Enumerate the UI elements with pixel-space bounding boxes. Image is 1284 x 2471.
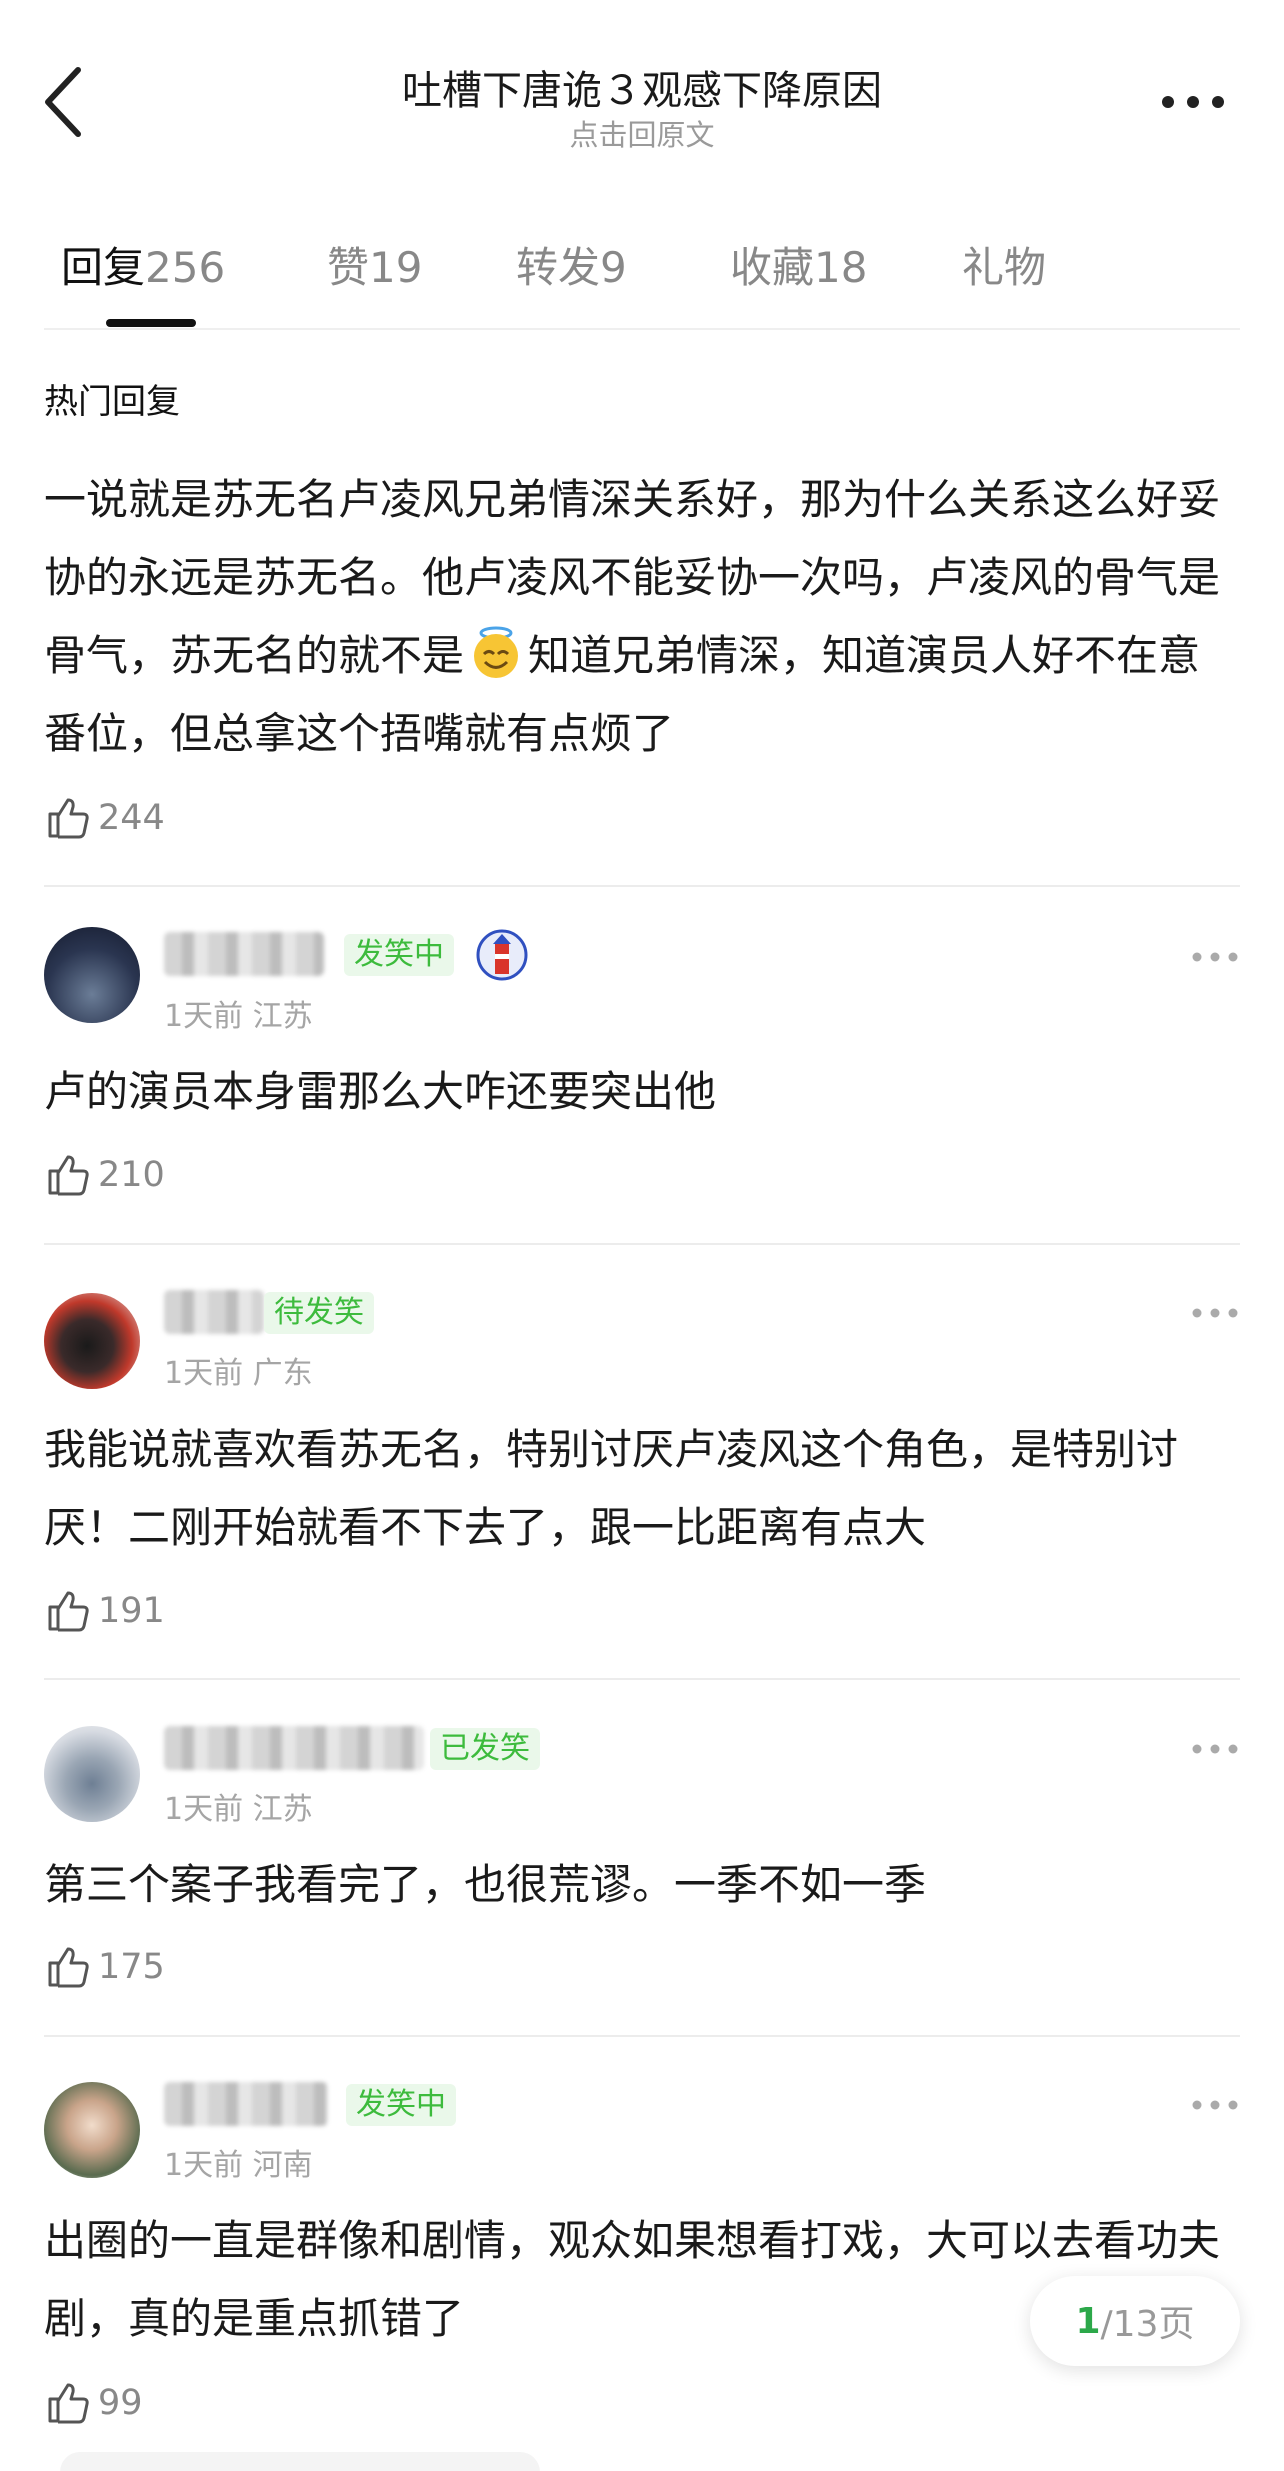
like-button[interactable]: 99	[44, 2378, 143, 2428]
comment-text: 卢的演员本身雷那么大咋还要突出他	[44, 1067, 717, 1116]
divider	[44, 1243, 1240, 1245]
reply-input-bar[interactable]	[60, 2452, 540, 2471]
active-tab-indicator	[106, 319, 196, 327]
username-blurred[interactable]	[164, 1726, 424, 1770]
comment-text: 第三个案子我看完了，也很荒谬。一季不如一季	[44, 1860, 927, 1909]
comment-meta: 1天前 江苏	[164, 1792, 313, 1827]
thumbs-up-icon	[48, 1591, 89, 1632]
like-count: 210	[98, 1155, 165, 1195]
tab-favorites[interactable]: 收藏18	[730, 234, 867, 295]
status-badge: 发笑中	[346, 2084, 456, 2126]
like-button[interactable]: 191	[44, 1586, 165, 1636]
divider	[44, 1678, 1240, 1680]
divider	[44, 885, 1240, 887]
like-button[interactable]: 244	[44, 793, 165, 843]
status-badge: 待发笑	[264, 1292, 374, 1334]
comment-meta: 1天前 广东	[164, 1356, 313, 1391]
more-icon[interactable]	[1190, 2093, 1240, 2117]
more-icon[interactable]	[1190, 1301, 1240, 1325]
more-options-icon[interactable]	[1158, 84, 1228, 120]
avatar[interactable]	[44, 927, 140, 1023]
comment-text: 我能说就喜欢看苏无名，特别讨厌卢凌风这个角色，是特别讨厌！二刚开始就看不下去了，…	[44, 1425, 1179, 1552]
like-button[interactable]: 175	[44, 1942, 165, 1992]
back-to-original-link[interactable]: 点击回原文	[0, 112, 1284, 154]
like-button[interactable]: 210	[44, 1150, 165, 1200]
thumbs-up-icon	[48, 798, 89, 839]
more-icon[interactable]	[1190, 1737, 1240, 1761]
tab-likes[interactable]: 赞19	[327, 234, 422, 295]
like-count: 191	[98, 1591, 165, 1631]
username-blurred[interactable]	[164, 1290, 264, 1334]
section-title-hot-replies: 热门回复	[44, 382, 180, 422]
comment-meta: 1天前 江苏	[164, 999, 313, 1034]
like-count: 175	[98, 1947, 165, 1987]
status-badge: 发笑中	[344, 934, 454, 976]
tab-reposts[interactable]: 转发9	[516, 234, 627, 295]
current-page: 1	[1075, 2300, 1101, 2342]
username-blurred[interactable]	[164, 2082, 328, 2126]
page-title: 吐槽下唐诡３观感下降原因	[402, 68, 882, 114]
page-indicator[interactable]: 1/13页	[1030, 2276, 1240, 2366]
tab-bar: 回复256 赞19 转发9 收藏18 礼物	[44, 222, 1240, 330]
top-bar: 吐槽下唐诡３观感下降原因 点击回原文	[0, 0, 1284, 190]
status-badge: 已发笑	[430, 1728, 540, 1770]
tab-replies[interactable]: 回复256	[61, 234, 225, 295]
thumbs-up-icon	[48, 2383, 89, 2424]
comment-meta: 1天前 河南	[164, 2148, 313, 2183]
like-count: 99	[98, 2383, 143, 2423]
thumbs-up-icon	[48, 1947, 89, 1988]
avatar[interactable]	[44, 1726, 140, 1822]
username-blurred[interactable]	[164, 932, 324, 976]
total-pages: /13页	[1100, 2304, 1195, 2345]
tab-gifts[interactable]: 礼物	[962, 234, 1046, 295]
avatar[interactable]	[44, 1293, 140, 1389]
lighthouse-icon	[476, 924, 528, 986]
avatar[interactable]	[44, 2082, 140, 2178]
smiling-face-with-halo-icon	[468, 624, 524, 680]
thumbs-up-icon	[48, 1155, 89, 1196]
more-icon[interactable]	[1190, 945, 1240, 969]
like-count: 244	[98, 798, 165, 838]
divider	[44, 2035, 1240, 2037]
top-post-text: 一说就是苏无名卢凌风兄弟情深关系好，那为什么关系这么好妥协的永远是苏无名。他卢凌…	[44, 475, 1221, 758]
